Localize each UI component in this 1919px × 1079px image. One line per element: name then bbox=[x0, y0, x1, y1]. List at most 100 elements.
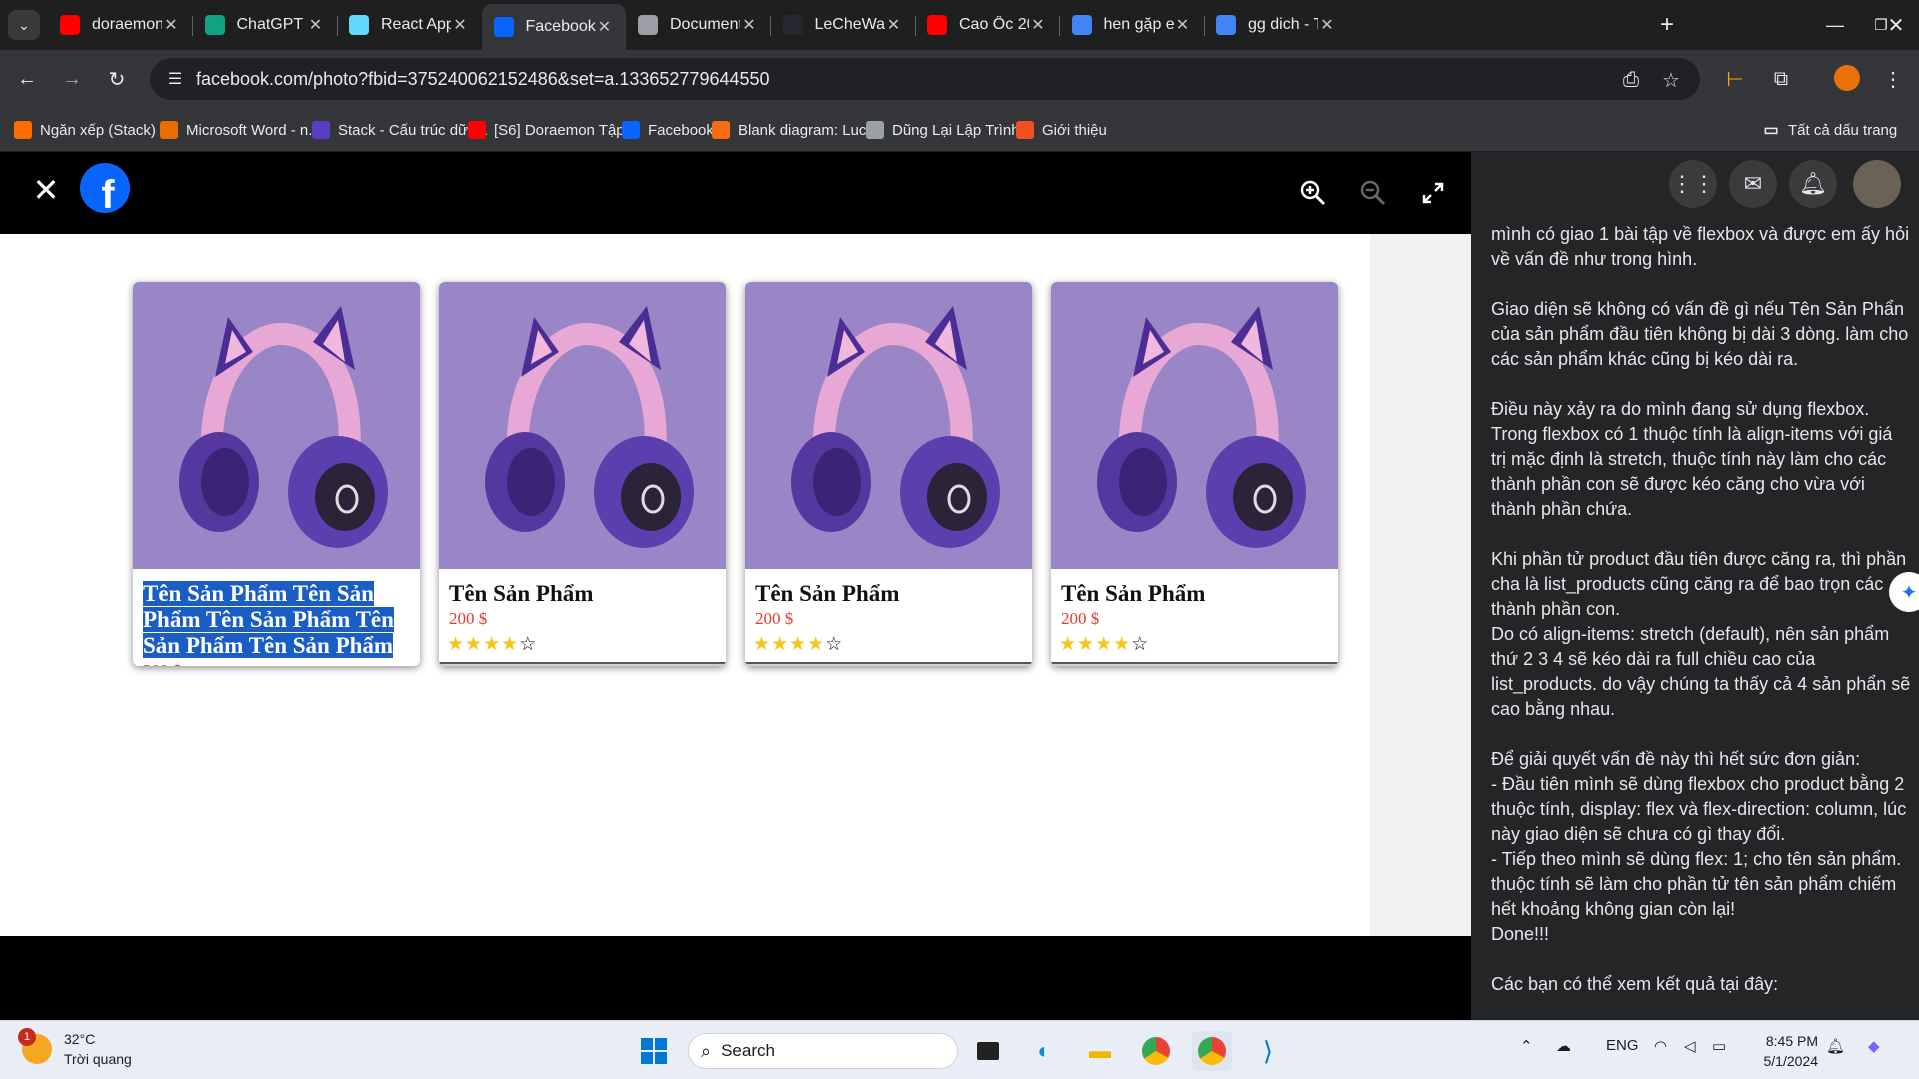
photo-viewer: ✕ f Tên Sản Phẩm Tên Sản Phẩm Tên Sản Ph… bbox=[0, 152, 1471, 1020]
forward-button[interactable]: → bbox=[55, 62, 89, 96]
notifications-bell-icon[interactable]: 🔔︎ bbox=[1789, 160, 1837, 208]
back-button[interactable]: ← bbox=[10, 62, 44, 96]
product-price: 200 $ bbox=[1061, 609, 1100, 628]
bookmark-item[interactable]: [S6] Doraemon Tập... bbox=[468, 118, 637, 142]
all-bookmarks-label: Tất cả dấu trang bbox=[1788, 121, 1898, 139]
tab-4[interactable]: Document ✕ bbox=[626, 6, 770, 44]
bookmark-item[interactable]: Giới thiệu bbox=[1016, 118, 1107, 142]
reload-button[interactable]: ↻ bbox=[100, 62, 134, 96]
account-avatar[interactable] bbox=[1853, 160, 1901, 208]
windows-start-icon[interactable] bbox=[634, 1031, 674, 1071]
tab-1[interactable]: ChatGPT ✕ bbox=[193, 6, 337, 44]
search-placeholder: Search bbox=[721, 1041, 775, 1060]
tab-close-icon[interactable]: ✕ bbox=[1318, 15, 1336, 35]
bookmark-item[interactable]: Ngăn xếp (Stack) -... bbox=[14, 118, 178, 142]
menu-grid-icon[interactable]: ⋮⋮ bbox=[1669, 160, 1717, 208]
tab-title: Facebook bbox=[525, 18, 596, 35]
product-name: Tên Sản Phẩm bbox=[449, 581, 594, 606]
menu-dots-icon[interactable]: ⋮ bbox=[1876, 62, 1910, 96]
weather-widget[interactable]: 1 32°C Trời quang bbox=[18, 1028, 132, 1069]
edge-icon[interactable]: ◐ bbox=[1024, 1031, 1064, 1071]
tab-close-icon[interactable]: ✕ bbox=[596, 17, 614, 37]
bookmark-item[interactable]: Dũng Lại Lập Trình... bbox=[866, 118, 1032, 142]
bookmark-item[interactable]: Facebook bbox=[622, 118, 714, 142]
profile-avatar[interactable] bbox=[1834, 65, 1860, 91]
product-image bbox=[439, 282, 726, 569]
tab-5[interactable]: LeCheWang.g✕ bbox=[771, 6, 915, 44]
post-paragraph: Giao diện sẽ không có vấn đề gì nếu Tên … bbox=[1491, 299, 1909, 369]
bookmark-item[interactable]: Stack - Cấu trúc dữ l... bbox=[312, 118, 488, 142]
tab-8[interactable]: gg dich - Tìm✕ bbox=[1204, 6, 1348, 44]
google-icon bbox=[1216, 15, 1236, 35]
minimize-button[interactable]: — bbox=[1812, 8, 1858, 42]
chrome-profile-icon[interactable] bbox=[1192, 1031, 1232, 1071]
tab-3[interactable]: Facebook ✕ bbox=[481, 4, 626, 50]
tab-close-icon[interactable]: ✕ bbox=[451, 15, 469, 35]
taskbar-search[interactable]: ⌕ Search bbox=[688, 1033, 958, 1069]
tab-close-icon[interactable]: ✕ bbox=[307, 15, 325, 35]
fullscreen-icon[interactable] bbox=[1416, 176, 1450, 210]
notification-icon[interactable]: 🔔︎ bbox=[1826, 1037, 1845, 1055]
file-explorer-icon[interactable]: ▬ bbox=[1080, 1031, 1120, 1071]
battery-icon[interactable]: ▭ bbox=[1712, 1037, 1726, 1055]
bookmark-label: [S6] Doraemon Tập... bbox=[494, 121, 638, 139]
add-to-cart-button[interactable]: Add To Cart bbox=[439, 662, 726, 666]
product-rating: ★★★★☆ bbox=[439, 629, 726, 656]
close-window-button[interactable]: ✕ bbox=[1873, 8, 1919, 42]
star-filled-icon: ★ bbox=[789, 634, 808, 655]
install-app-icon[interactable]: ⎙ bbox=[1618, 67, 1644, 93]
post-paragraph: Điều này xảy ra do mình đang sử dụng fle… bbox=[1491, 399, 1893, 519]
add-to-cart-button[interactable]: Add To Cart bbox=[1051, 662, 1338, 666]
language-indicator[interactable]: ENG bbox=[1606, 1037, 1639, 1054]
tab-title: Cao Ốc 20 | B bbox=[959, 16, 1029, 33]
photo-image[interactable]: Tên Sản Phẩm Tên Sản Phẩm Tên Sản Phẩm T… bbox=[0, 234, 1370, 936]
tab-close-icon[interactable]: ✕ bbox=[162, 15, 180, 35]
tray-chevron-icon[interactable]: ⌃ bbox=[1520, 1037, 1533, 1055]
tab-close-icon[interactable]: ✕ bbox=[885, 15, 903, 35]
tab-close-icon[interactable]: ✕ bbox=[1029, 15, 1047, 35]
bookmark-label: Blank diagram: Luci... bbox=[738, 121, 883, 139]
new-tab-button[interactable]: + bbox=[1652, 10, 1682, 40]
star-filled-icon: ★ bbox=[1113, 634, 1132, 655]
extension-icon[interactable]: ⊢ bbox=[1718, 62, 1752, 96]
address-bar[interactable]: ☰ facebook.com/photo?fbid=37524006215248… bbox=[150, 58, 1700, 100]
tab-2[interactable]: React App ✕ bbox=[337, 6, 481, 44]
vscode-icon[interactable]: ⟩ bbox=[1248, 1031, 1288, 1071]
bookmark-label: Giới thiệu bbox=[1042, 121, 1107, 139]
product-name: Tên Sản Phẩm Tên Sản Phẩm Tên Sản Phẩm T… bbox=[143, 581, 394, 658]
copilot-icon[interactable]: ◆ bbox=[1868, 1037, 1880, 1055]
all-bookmarks-folder[interactable]: ▭ Tất cả dấu trang bbox=[1762, 118, 1897, 142]
bookmark-item[interactable]: Microsoft Word - n... bbox=[160, 118, 321, 142]
tab-0[interactable]: doraemon - Y✕ bbox=[48, 6, 192, 44]
youtube-icon bbox=[468, 121, 486, 139]
url-text[interactable]: facebook.com/photo?fbid=375240062152486&… bbox=[196, 69, 770, 90]
star-filled-icon: ★ bbox=[807, 634, 826, 655]
tab-6[interactable]: Cao Ốc 20 | B✕ bbox=[915, 6, 1059, 44]
chrome-icon[interactable] bbox=[1136, 1031, 1176, 1071]
site-info-icon[interactable]: ☰ bbox=[164, 68, 186, 90]
tab-close-icon[interactable]: ✕ bbox=[740, 15, 758, 35]
facebook-logo[interactable]: f bbox=[80, 163, 130, 213]
add-to-cart-button[interactable]: Add To Cart bbox=[745, 662, 1032, 666]
volume-icon[interactable]: ◁ bbox=[1684, 1037, 1696, 1055]
wifi-icon[interactable]: ◠ bbox=[1654, 1037, 1667, 1055]
bookmark-item[interactable]: Blank diagram: Luci... bbox=[712, 118, 882, 142]
tab-close-icon[interactable]: ✕ bbox=[1174, 15, 1192, 35]
fire-icon bbox=[14, 121, 32, 139]
zoom-in-icon[interactable] bbox=[1296, 176, 1330, 210]
zoom-out-icon[interactable] bbox=[1356, 176, 1390, 210]
bookmark-star-icon[interactable]: ☆ bbox=[1658, 67, 1684, 93]
task-view-icon[interactable] bbox=[968, 1031, 1008, 1071]
tab-7[interactable]: hen gặp em c✕ bbox=[1060, 6, 1204, 44]
headphones-image bbox=[179, 306, 388, 548]
close-viewer-button[interactable]: ✕ bbox=[28, 172, 64, 208]
tab-search-button[interactable]: ⌄ bbox=[8, 10, 40, 40]
extensions-puzzle-icon[interactable]: ⧉ bbox=[1764, 62, 1798, 96]
windows-taskbar: 1 32°C Trời quang ⌕ Search ◐ ▬ ⟩ ⌃ ☁ ENG… bbox=[0, 1020, 1919, 1079]
product-card: Tên Sản Phẩm200 $★★★★☆Add To Cart bbox=[745, 282, 1032, 666]
bookmark-label: Microsoft Word - n... bbox=[186, 121, 321, 139]
messenger-icon[interactable]: ✉ bbox=[1729, 160, 1777, 208]
clock[interactable]: 8:45 PM 5/1/2024 bbox=[1748, 1031, 1819, 1071]
onedrive-icon[interactable]: ☁ bbox=[1556, 1037, 1571, 1055]
tab-title: React App bbox=[381, 16, 451, 33]
